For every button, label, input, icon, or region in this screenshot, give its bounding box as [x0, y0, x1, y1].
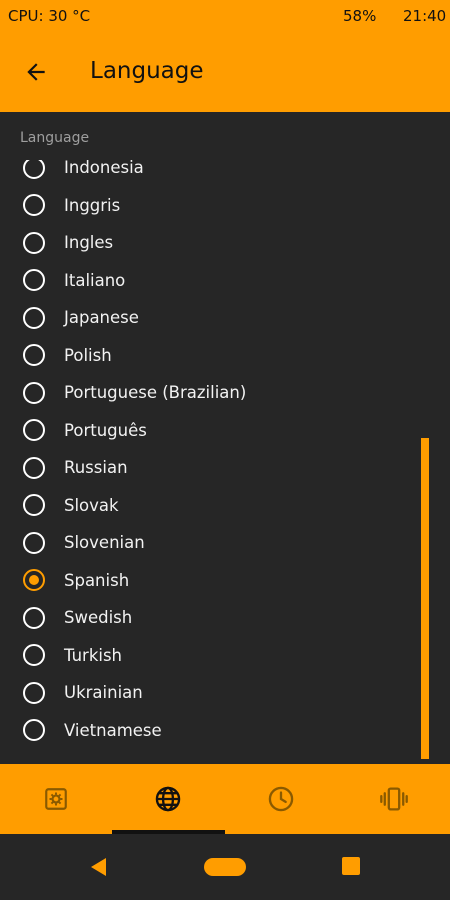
clock-time: 21:40	[403, 7, 447, 25]
radio-checked-icon[interactable]	[23, 569, 45, 592]
nav-item-clock[interactable]	[225, 764, 337, 834]
language-option[interactable]: Polish	[0, 337, 450, 375]
language-option[interactable]: Slovak	[0, 487, 450, 525]
language-option[interactable]: Vietnamese	[0, 712, 450, 750]
language-option-label: Português	[64, 420, 147, 440]
scrollbar-thumb[interactable]	[421, 438, 429, 759]
radio-unchecked-icon[interactable]	[23, 269, 45, 292]
nav-item-settings[interactable]	[0, 764, 112, 834]
language-option[interactable]: Russian	[0, 449, 450, 487]
page-title: Language	[90, 58, 204, 84]
radio-unchecked-icon[interactable]	[23, 606, 45, 629]
language-option[interactable]: Português	[0, 412, 450, 450]
section-header: Language	[20, 130, 90, 146]
app-bar: Language	[0, 32, 450, 112]
radio-unchecked-icon[interactable]	[23, 644, 45, 667]
radio-unchecked-icon[interactable]	[23, 456, 45, 479]
radio-unchecked-icon[interactable]	[23, 681, 45, 704]
back-button[interactable]	[16, 52, 56, 92]
settings-gear-icon	[45, 788, 67, 810]
radio-unchecked-icon[interactable]	[23, 160, 45, 179]
radio-unchecked-icon[interactable]	[23, 381, 45, 404]
language-option-label: Vietnamese	[64, 720, 162, 740]
language-option-label: Spanish	[64, 570, 130, 590]
language-option-label: Portuguese (Brazilian)	[64, 383, 247, 403]
radio-unchecked-icon[interactable]	[23, 531, 45, 554]
battery-level: 58%	[343, 7, 377, 25]
language-list-content: Indonesia Inggris Ingles Italiano Japanese Po…	[0, 160, 450, 749]
nav-item-language[interactable]	[112, 764, 224, 834]
radio-unchecked-icon[interactable]	[23, 719, 45, 742]
radio-unchecked-icon[interactable]	[23, 344, 45, 367]
radio-unchecked-icon[interactable]	[23, 306, 45, 329]
bottom-navigation	[0, 764, 450, 834]
language-list[interactable]: Indonesia Inggris Ingles Italiano Japanese Po…	[0, 160, 450, 764]
language-option-label: Slovak	[64, 495, 119, 515]
system-home-button[interactable]	[204, 858, 246, 876]
language-option-label: Italiano	[64, 270, 126, 290]
language-option-label: Slovenian	[64, 533, 145, 553]
language-option-label: Polish	[64, 345, 112, 365]
system-navigation-bar	[0, 834, 450, 900]
radio-unchecked-icon[interactable]	[23, 194, 45, 217]
language-option-label: Indonesia	[64, 160, 144, 178]
globe-icon	[155, 786, 181, 812]
cpu-temperature: CPU: 30 °C	[8, 7, 91, 25]
language-option[interactable]: Italiano	[0, 262, 450, 300]
language-option[interactable]: Slovenian	[0, 524, 450, 562]
system-recents-button[interactable]	[342, 857, 360, 875]
language-option-label: Turkish	[64, 645, 123, 665]
language-option-label: Inggris	[64, 195, 121, 215]
language-option[interactable]: Ingles	[0, 224, 450, 262]
language-option[interactable]: Inggris	[0, 187, 450, 225]
language-option-label: Ingles	[64, 233, 114, 253]
language-option-label: Russian	[64, 458, 128, 478]
radio-unchecked-icon[interactable]	[23, 231, 45, 254]
language-option[interactable]: Turkish	[0, 637, 450, 675]
language-option[interactable]: Swedish	[0, 599, 450, 637]
system-back-icon[interactable]	[88, 856, 110, 878]
language-option-label: Ukrainian	[64, 683, 143, 703]
language-option[interactable]: Japanese	[0, 299, 450, 337]
status-bar: CPU: 30 °C 58% 21:40	[0, 0, 450, 32]
radio-unchecked-icon[interactable]	[23, 419, 45, 442]
clock-icon	[268, 786, 294, 812]
language-option-label: Japanese	[64, 308, 139, 328]
vibration-icon	[380, 787, 408, 811]
language-option-label: Swedish	[64, 608, 133, 628]
arrow-left-icon	[27, 63, 45, 81]
language-option[interactable]: Ukrainian	[0, 674, 450, 712]
language-option[interactable]: Portuguese (Brazilian)	[0, 374, 450, 412]
language-option[interactable]: Indonesia	[0, 160, 450, 187]
language-option[interactable]: Spanish	[0, 562, 450, 600]
nav-item-vibration[interactable]	[338, 764, 450, 834]
radio-unchecked-icon[interactable]	[23, 494, 45, 517]
